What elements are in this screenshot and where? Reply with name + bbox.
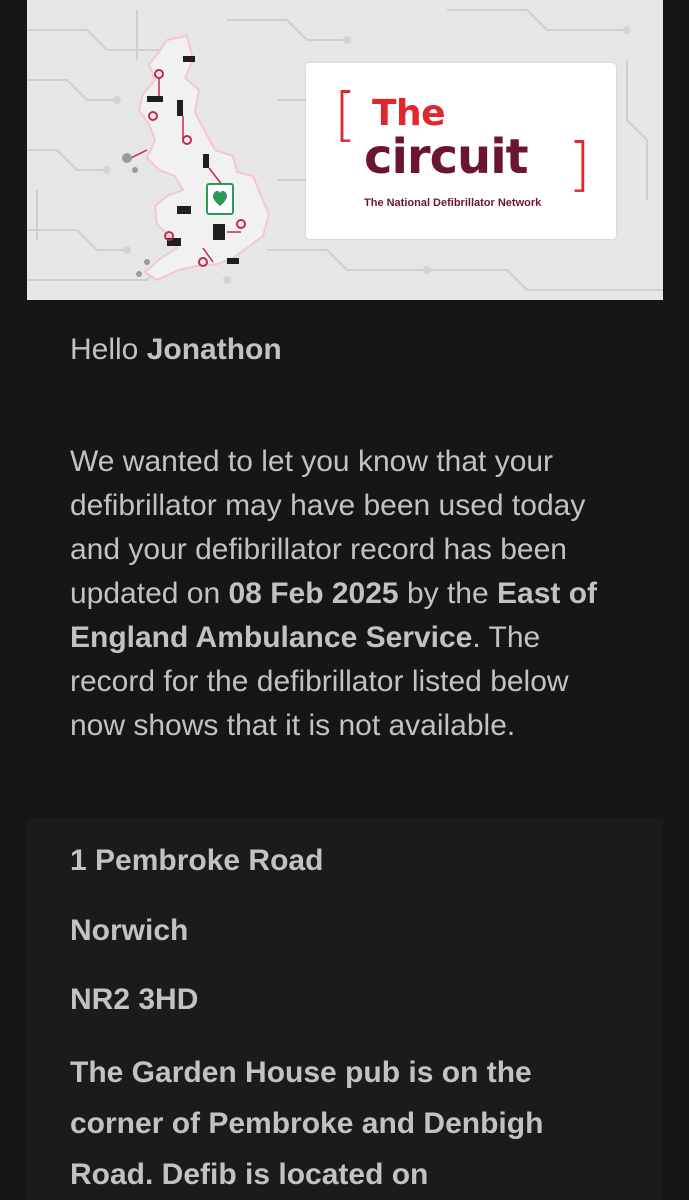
greeting-hello: Hello <box>70 333 139 366</box>
message-part2: by the <box>398 577 498 610</box>
logo-word-the: The <box>372 93 446 134</box>
recipient-name: Jonathon <box>146 333 282 366</box>
logo-left-bracket: [ <box>334 80 357 148</box>
circuit-logo: [ The circuit ] The National Defibrillat… <box>306 63 616 239</box>
address-line1: 1 Pembroke Road <box>70 844 324 877</box>
update-date: 08 Feb 2025 <box>228 577 399 610</box>
address-city: Norwich <box>70 914 189 947</box>
defibrillator-heart-icon <box>206 183 234 215</box>
notification-message: We wanted to let you know that your defi… <box>70 440 630 748</box>
greeting: Hello Jonathon <box>70 328 650 372</box>
header-banner: [ The circuit ] The National Defibrillat… <box>27 0 663 300</box>
logo-word-circuit: circuit <box>364 129 529 185</box>
location-description: The Garden House pub is on the corner of… <box>70 1056 544 1191</box>
address-postcode: NR2 3HD <box>70 983 199 1016</box>
email-view: [ The circuit ] The National Defibrillat… <box>0 0 689 1200</box>
logo-right-bracket: ] <box>568 130 591 198</box>
logo-tagline: The National Defibrillator Network <box>364 197 542 209</box>
